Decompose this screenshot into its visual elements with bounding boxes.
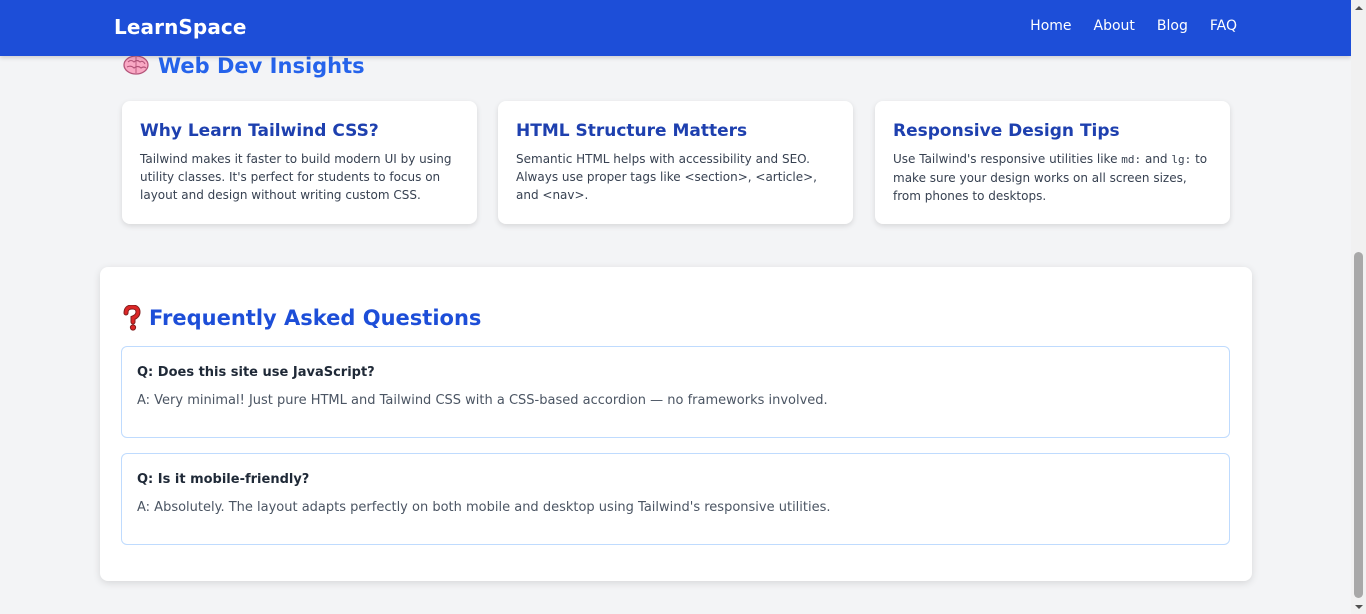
faq-answer: A: Very minimal! Just pure HTML and Tail… [137, 393, 828, 408]
card-title: Why Learn Tailwind CSS? [140, 121, 379, 141]
faq-title: Frequently Asked Questions [149, 306, 482, 330]
card-body: Use Tailwind's responsive utilities like… [893, 152, 1208, 203]
insights-heading: Web Dev Insights [122, 53, 365, 79]
nav-link-home[interactable]: Home [1030, 18, 1071, 34]
scroll-up-arrow-icon[interactable] [1351, 0, 1366, 15]
navbar: LearnSpace Home About Blog FAQ [0, 0, 1351, 56]
brain-icon [123, 55, 149, 75]
card-title: HTML Structure Matters [516, 121, 748, 141]
nav-link-about[interactable]: About [1094, 18, 1135, 34]
insight-card: Why Learn Tailwind CSS? Tailwind makes i… [122, 101, 477, 224]
scroll-down-arrow-icon[interactable] [1351, 599, 1366, 614]
faq-section: Frequently Asked Questions Q: Does this … [100, 267, 1252, 581]
card-body: Semantic HTML helps with accessibility a… [516, 152, 817, 202]
faq-answer: A: Absolutely. The layout adapts perfect… [137, 500, 831, 515]
faq-item[interactable]: Q: Is it mobile-friendly? A: Absolutely.… [121, 453, 1230, 545]
nav-link-blog[interactable]: Blog [1157, 18, 1188, 34]
vertical-scrollbar[interactable] [1351, 0, 1366, 614]
faq-question[interactable]: Q: Is it mobile-friendly? [137, 472, 1214, 487]
nav-link-faq[interactable]: FAQ [1210, 18, 1237, 34]
card-body: Tailwind makes it faster to build modern… [140, 152, 452, 202]
nav-links: Home About Blog FAQ [1030, 18, 1237, 34]
scrollbar-thumb[interactable] [1354, 252, 1363, 598]
code-snippet: md: [1121, 153, 1142, 166]
brand-logo[interactable]: LearnSpace [114, 15, 247, 39]
insights-title: Web Dev Insights [158, 54, 365, 78]
faq-item[interactable]: Q: Does this site use JavaScript? A: Ver… [121, 346, 1230, 438]
question-mark-icon [123, 305, 141, 331]
faq-question[interactable]: Q: Does this site use JavaScript? [137, 365, 1214, 380]
insight-card: HTML Structure Matters Semantic HTML hel… [498, 101, 853, 224]
card-title: Responsive Design Tips [893, 121, 1120, 141]
faq-heading: Frequently Asked Questions [121, 305, 481, 331]
page-viewport: LearnSpace Home About Blog FAQ Web Dev I… [0, 0, 1351, 614]
code-snippet: lg: [1171, 153, 1192, 166]
insight-card: Responsive Design Tips Use Tailwind's re… [875, 101, 1230, 224]
